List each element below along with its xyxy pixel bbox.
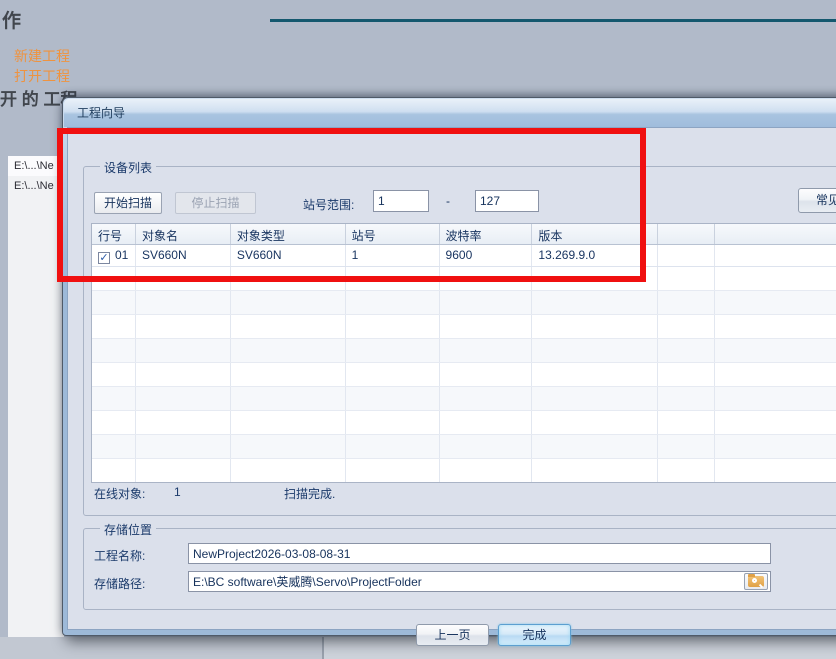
browse-path-button[interactable]	[744, 573, 768, 590]
station-range-label: 站号范围:	[303, 196, 354, 213]
teal-divider-line	[270, 19, 836, 22]
background-heading-partial: 作	[2, 6, 21, 33]
dialog-title: 工程向导	[77, 106, 125, 120]
device-table-empty-row	[92, 363, 836, 387]
recent-project-item[interactable]: E:\...\Ne	[8, 156, 64, 176]
device-table-empty-row	[92, 387, 836, 411]
column-header: 波特率	[440, 224, 533, 244]
column-header	[715, 224, 836, 244]
faq-button[interactable]: 常见问	[798, 188, 836, 213]
device-table-row[interactable]: ✓01SV660NSV660N1960013.269.9.0	[92, 245, 836, 267]
device-table-empty-row	[92, 411, 836, 435]
previous-page-button[interactable]: 上一页	[416, 624, 489, 646]
background-bottom-right	[324, 637, 836, 659]
new-project-link[interactable]: 新建工程	[14, 46, 70, 66]
device-table-empty-row	[92, 315, 836, 339]
station-from-input[interactable]	[373, 190, 429, 212]
open-project-link[interactable]: 打开工程	[14, 66, 70, 86]
storage-path-input[interactable]	[188, 571, 771, 592]
recent-projects-panel: E:\...\Ne E:\...\Ne	[8, 156, 64, 637]
storage-path-label: 存储路径:	[94, 575, 145, 592]
device-table-empty-row	[92, 435, 836, 459]
column-header: 行号	[92, 224, 136, 244]
recent-project-item[interactable]: E:\...\Ne	[8, 176, 64, 196]
start-scan-button[interactable]: 开始扫描	[94, 192, 162, 214]
dialog-content: 设备列表 开始扫描 停止扫描 站号范围: - 常见问 行号对象名对象类型站号波特…	[67, 127, 836, 630]
folder-search-icon	[748, 576, 764, 587]
column-header: 对象类型	[231, 224, 346, 244]
online-objects-label: 在线对象:	[94, 485, 145, 502]
storage-location-group: 存储位置	[83, 528, 836, 610]
device-table-empty-row	[92, 267, 836, 291]
screen: 作 新建工程 打开工程 开 的 工程 E:\...\Ne E:\...\Ne 工…	[0, 0, 836, 659]
device-list-group-label: 设备列表	[100, 159, 156, 176]
device-table: 行号对象名对象类型站号波特率版本 ✓01SV660NSV660N1960013.…	[91, 223, 836, 483]
stop-scan-button[interactable]: 停止扫描	[175, 192, 256, 214]
project-name-label: 工程名称:	[94, 547, 145, 564]
online-objects-count: 1	[174, 485, 181, 499]
column-header: 对象名	[136, 224, 231, 244]
column-header	[658, 224, 715, 244]
scan-status-text: 扫描完成.	[284, 485, 335, 502]
dialog-titlebar[interactable]: 工程向导	[64, 99, 836, 127]
device-table-body: ✓01SV660NSV660N1960013.269.9.0	[92, 245, 836, 483]
device-table-empty-row	[92, 291, 836, 315]
row-checkbox[interactable]: ✓	[98, 252, 110, 264]
device-table-header: 行号对象名对象类型站号波特率版本	[92, 224, 836, 245]
device-table-empty-row	[92, 459, 836, 483]
project-name-input[interactable]	[188, 543, 771, 564]
background-bottom-left	[0, 637, 322, 659]
column-header: 版本	[532, 224, 658, 244]
range-dash: -	[446, 194, 450, 208]
column-header: 站号	[346, 224, 440, 244]
device-table-empty-row	[92, 339, 836, 363]
finish-button[interactable]: 完成	[498, 624, 571, 646]
station-to-input[interactable]	[475, 190, 539, 212]
project-wizard-dialog: 工程向导 设备列表 开始扫描 停止扫描 站号范围: - 常见问 行号对象名对象类…	[62, 97, 836, 636]
storage-location-group-label: 存储位置	[100, 521, 156, 538]
